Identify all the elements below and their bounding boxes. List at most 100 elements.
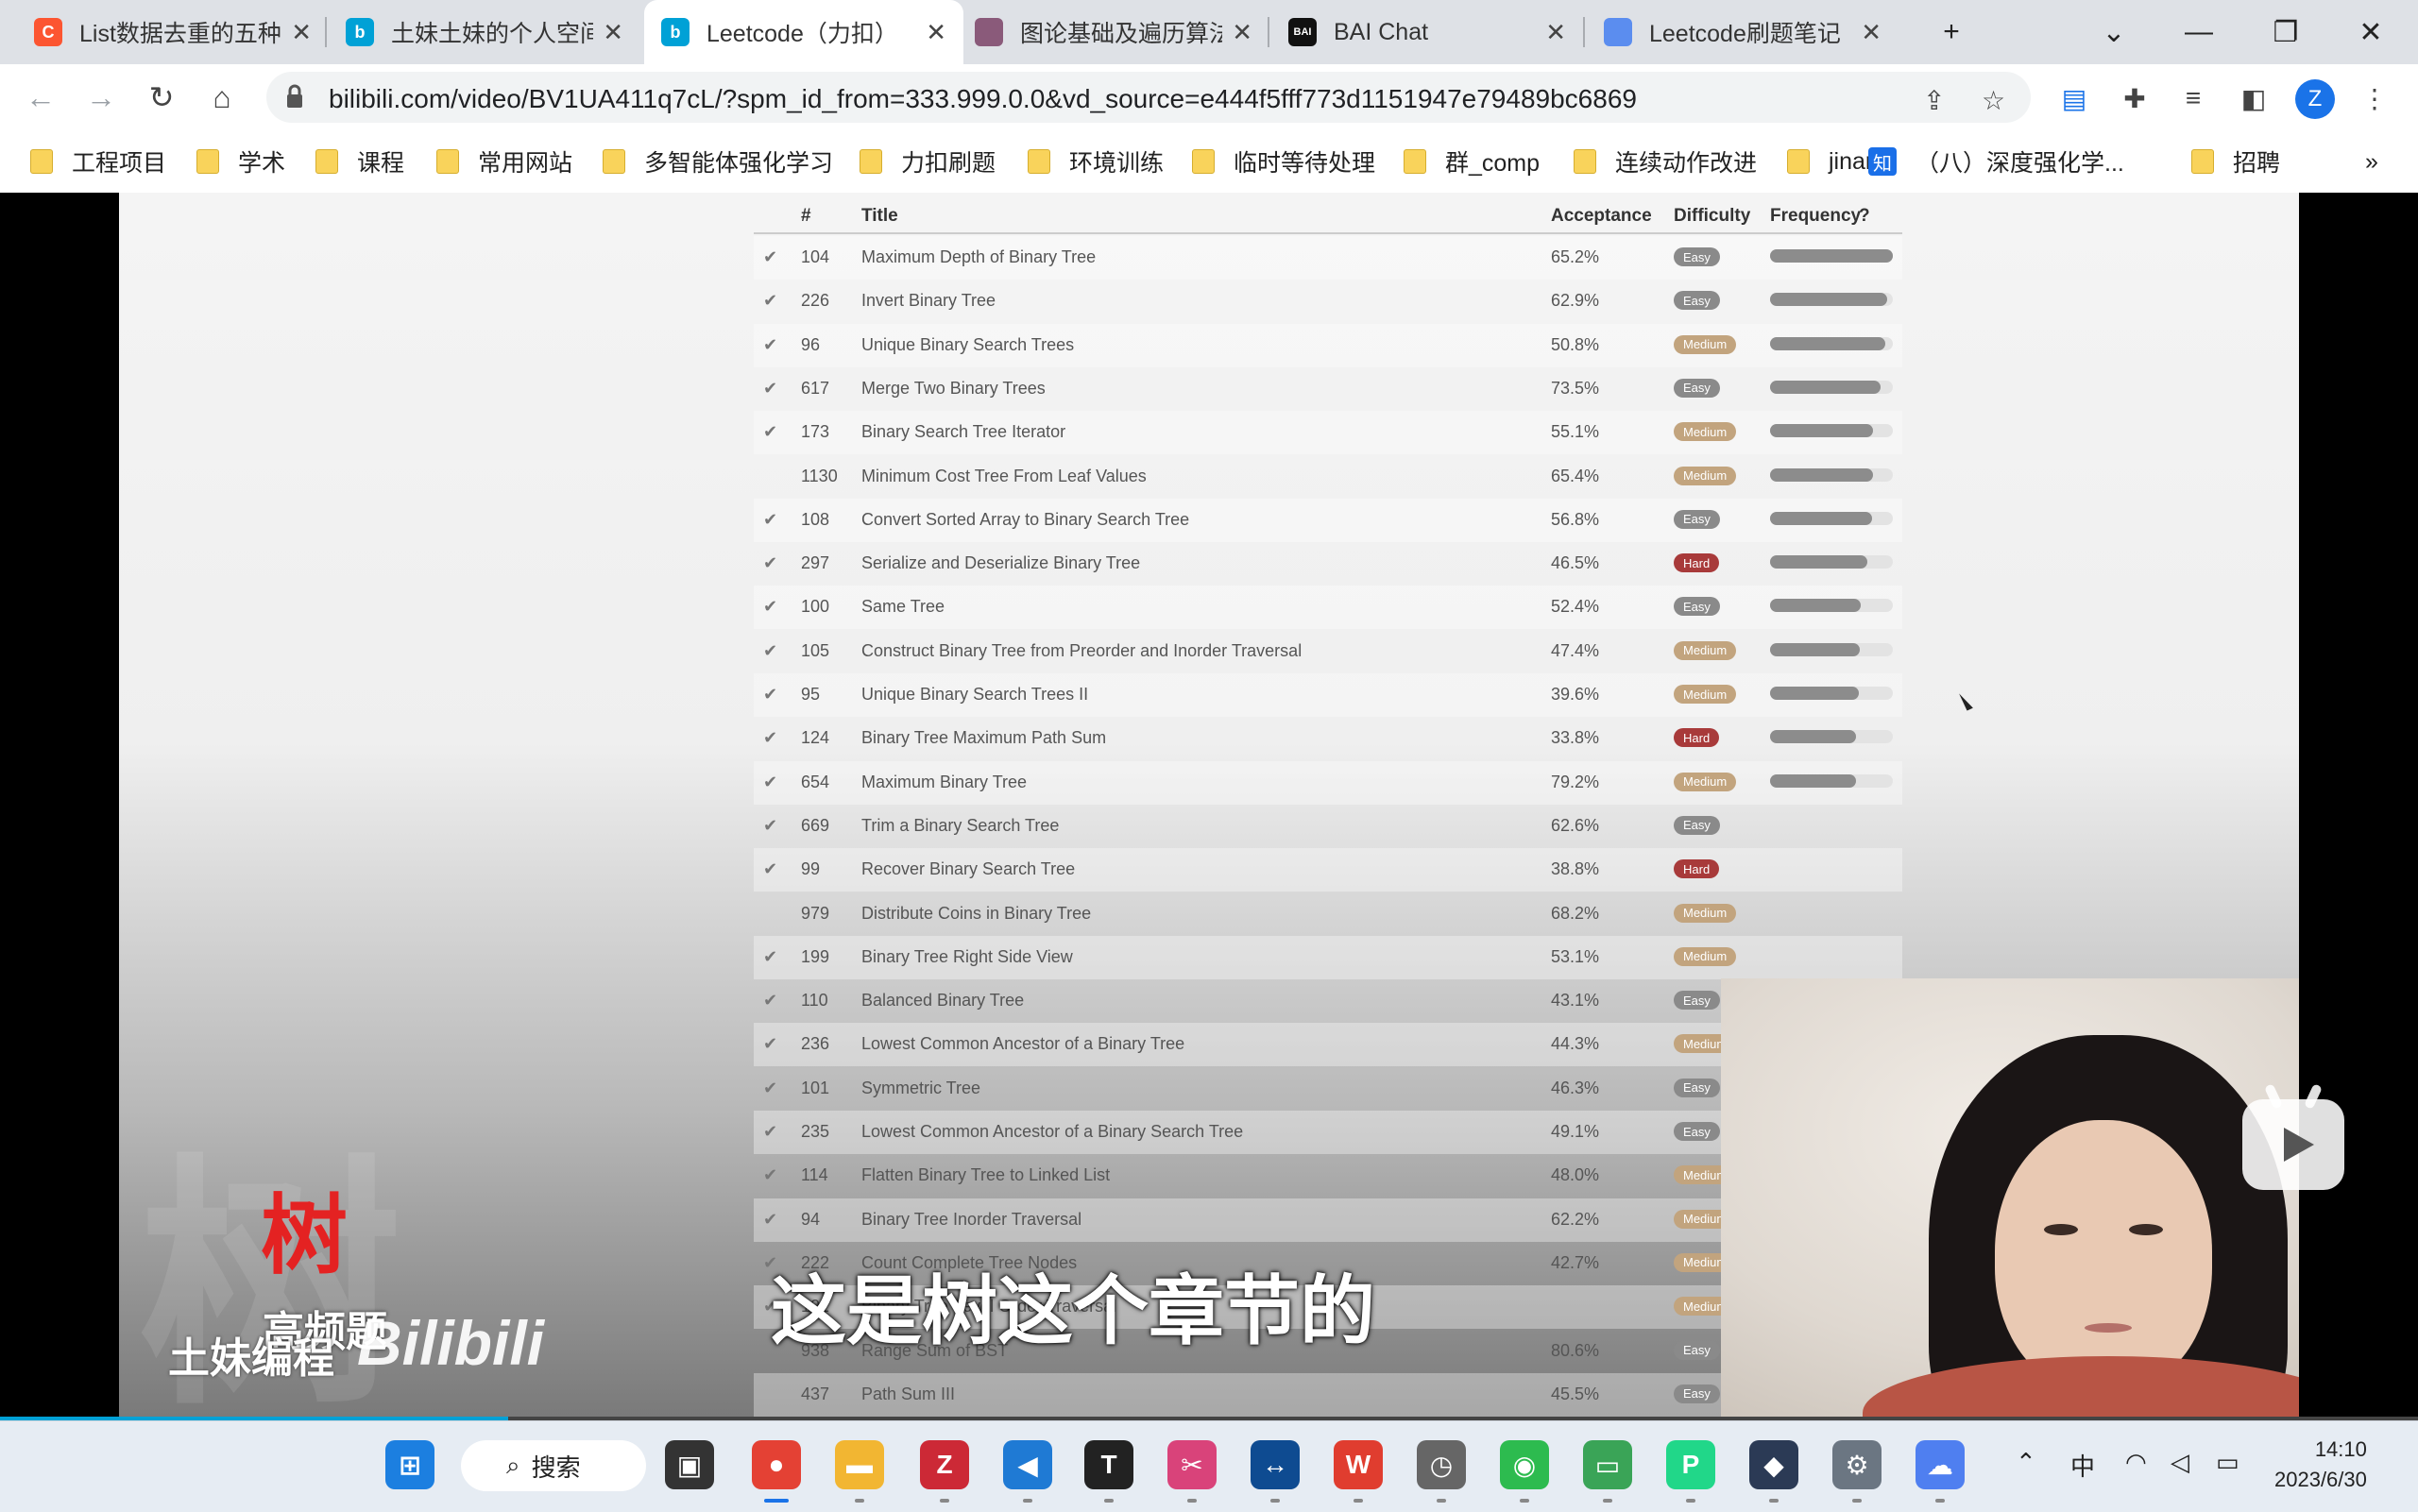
chrome-app[interactable]: ● — [752, 1440, 801, 1489]
reload-button[interactable]: ↻ — [142, 77, 181, 117]
address-bar[interactable]: bilibili.com/video/BV1UA411q7cL/?spm_id_… — [266, 72, 2031, 123]
bookmark-item[interactable]: 课程 — [315, 144, 404, 179]
video-frame[interactable]: # Title Acceptance Difficulty Frequency … — [119, 193, 2299, 1417]
problem-row[interactable]: ✔ 199 Binary Tree Right Side View 53.1% Medi… — [754, 935, 1902, 979]
start-button[interactable]: ⊞ — [385, 1440, 434, 1489]
tab-0[interactable]: C List数据去重的五种 ✕ — [17, 0, 329, 64]
tab-3[interactable]: 图论基础及遍历算法 ✕ — [958, 0, 1269, 64]
close-tab-icon[interactable]: ✕ — [603, 18, 623, 47]
check-icon: ✔ — [763, 1034, 778, 1054]
vscode-app[interactable]: ◀ — [1003, 1440, 1052, 1489]
restore-button[interactable]: ❐ — [2248, 0, 2324, 64]
bookmark-item[interactable]: 连续动作改进 — [1574, 144, 1757, 179]
wps-app[interactable]: W — [1334, 1440, 1383, 1489]
share-icon[interactable]: ⇪ — [1923, 85, 1945, 116]
bookmark-item[interactable]: 多智能体强化学习 — [603, 144, 833, 179]
problem-number: 654 — [801, 772, 830, 791]
bookmark-item[interactable]: 临时等待处理 — [1192, 144, 1375, 179]
problem-row[interactable]: ✔ 105 Construct Binary Tree from Preorder … — [754, 630, 1902, 673]
check-icon: ✔ — [763, 815, 778, 835]
more-bookmarks-button[interactable]: » — [2365, 144, 2378, 179]
problem-row[interactable]: 1130 Minimum Cost Tree From Leaf Values 65… — [754, 455, 1902, 499]
problem-row[interactable]: ✔ 124 Binary Tree Maximum Path Sum 33.8% Har… — [754, 717, 1902, 760]
teamviewer-app[interactable]: ↔ — [1251, 1440, 1300, 1489]
bookmark-item[interactable]: 力扣刷题 — [860, 144, 996, 179]
bookmark-label: （八）深度强化学... — [1916, 150, 2124, 177]
bookmark-item[interactable]: 工程项目 — [30, 144, 166, 179]
bookmark-item[interactable]: 招聘 — [2191, 144, 2280, 179]
wifi-icon[interactable]: ◠ — [2125, 1448, 2147, 1477]
system-clock[interactable]: 14:10 2023/6/30 — [2274, 1435, 2367, 1495]
settings-app[interactable]: ⚙ — [1832, 1440, 1882, 1489]
bookmark-label: 招聘 — [2233, 150, 2281, 177]
cat-app[interactable]: ◆ — [1749, 1440, 1798, 1489]
close-tab-icon[interactable]: ✕ — [291, 18, 312, 47]
explorer-app[interactable]: ▬ — [835, 1440, 884, 1489]
reader-extension-icon[interactable]: ▤ — [2055, 79, 2093, 117]
extensions-icon[interactable]: ✚ — [2116, 79, 2154, 117]
problem-row[interactable]: ✔ 654 Maximum Binary Tree 79.2% Medium — [754, 760, 1902, 805]
tab-4[interactable]: BAI BAI Chat ✕ — [1271, 0, 1583, 64]
problem-row[interactable]: ✔ 99 Recover Binary Search Tree 38.8% Hard — [754, 848, 1902, 892]
battery-icon[interactable]: ▭ — [2216, 1448, 2239, 1477]
close-tab-icon[interactable]: ✕ — [1545, 18, 1566, 47]
snip-app[interactable]: ✂ — [1167, 1440, 1217, 1489]
problem-row[interactable]: ✔ 173 Binary Search Tree Iterator 55.1% Medi… — [754, 411, 1902, 455]
problem-number: 94 — [801, 1209, 821, 1229]
zotero-app[interactable]: Z — [920, 1440, 969, 1489]
media-control-icon[interactable]: ≡ — [2174, 79, 2212, 117]
close-tab-icon[interactable]: ✕ — [1861, 18, 1882, 47]
wechat-app[interactable]: ◉ — [1500, 1440, 1549, 1489]
problem-row[interactable]: ✔ 669 Trim a Binary Search Tree 62.6% Easy — [754, 805, 1902, 848]
side-panel-icon[interactable]: ◧ — [2235, 79, 2273, 117]
taskbar-search[interactable]: ⌕ 搜索 — [461, 1440, 646, 1491]
forward-button[interactable]: → — [81, 77, 121, 117]
profile-avatar[interactable]: Z — [2295, 79, 2335, 119]
problem-row[interactable]: ✔ 226 Invert Binary Tree 62.9% Easy — [754, 280, 1902, 323]
pycharm-app[interactable]: P — [1666, 1440, 1715, 1489]
bookmark-item[interactable]: 环境训练 — [1028, 144, 1164, 179]
ime-indicator[interactable]: 中 — [2070, 1448, 2095, 1483]
tab-1[interactable]: b 土妹土妹的个人空间 ✕ — [329, 0, 640, 64]
bookmark-item[interactable]: 学术 — [196, 144, 285, 179]
bookmark-item[interactable]: 群_comp — [1404, 144, 1540, 179]
taskview-button[interactable]: ▣ — [665, 1440, 714, 1489]
bookmark-item[interactable]: 知 （八）深度强化学... — [1868, 144, 2124, 179]
tab-search-button[interactable]: ⌄ — [2076, 0, 2152, 64]
menu-icon[interactable]: ⋮ — [2356, 79, 2393, 117]
check-icon: ✔ — [763, 685, 778, 704]
bookmark-label: 连续动作改进 — [1615, 150, 1758, 177]
clock-app[interactable]: ◷ — [1417, 1440, 1466, 1489]
remote-app[interactable]: ▭ — [1583, 1440, 1632, 1489]
running-indicator — [1520, 1499, 1529, 1503]
tab-2[interactable]: b Leetcode（力扣） ✕ — [644, 0, 963, 64]
running-indicator — [940, 1499, 949, 1503]
close-tab-icon[interactable]: ✕ — [1232, 18, 1252, 47]
new-tab-button[interactable]: + — [1914, 0, 1989, 64]
back-button[interactable]: ← — [21, 77, 60, 117]
bookmark-item[interactable]: 常用网站 — [436, 144, 572, 179]
bookmark-star-icon[interactable]: ☆ — [1982, 85, 2005, 116]
chevron-up-icon[interactable]: ⌃ — [2016, 1448, 2036, 1477]
problem-row[interactable]: ✔ 95 Unique Binary Search Trees II 39.6% Med… — [754, 673, 1902, 717]
tab-5[interactable]: Leetcode刷题笔记 ✕ — [1587, 0, 1899, 64]
volume-icon[interactable]: ◁ — [2171, 1448, 2189, 1477]
problem-row[interactable]: ✔ 104 Maximum Depth of Binary Tree 65.2% Eas… — [754, 236, 1902, 280]
problem-row[interactable]: ✔ 108 Convert Sorted Array to Binary Searc… — [754, 498, 1902, 542]
play-icon[interactable] — [2242, 1083, 2344, 1190]
check-icon: ✔ — [763, 640, 778, 660]
typora-app[interactable]: T — [1084, 1440, 1133, 1489]
problem-row[interactable]: 979 Distribute Coins in Binary Tree 68.2% M… — [754, 892, 1902, 936]
problem-row[interactable]: ✔ 100 Same Tree 52.4% Easy — [754, 586, 1902, 630]
problem-row[interactable]: ✔ 297 Serialize and Deserialize Binary Tre… — [754, 542, 1902, 586]
minimize-button[interactable]: — — [2161, 0, 2237, 64]
close-tab-icon[interactable]: ✕ — [926, 18, 946, 47]
cloud-app[interactable]: ☁ — [1916, 1440, 1965, 1489]
check-icon: ✔ — [763, 597, 778, 617]
home-button[interactable]: ⌂ — [202, 77, 242, 117]
video-player[interactable]: # Title Acceptance Difficulty Frequency … — [0, 193, 2418, 1420]
problem-row[interactable]: ✔ 96 Unique Binary Search Trees 50.8% Medium — [754, 323, 1902, 367]
close-window-button[interactable]: ✕ — [2333, 0, 2409, 64]
bookmark-item[interactable]: jinan — [1787, 144, 1879, 179]
problem-row[interactable]: ✔ 617 Merge Two Binary Trees 73.5% Easy — [754, 367, 1902, 411]
